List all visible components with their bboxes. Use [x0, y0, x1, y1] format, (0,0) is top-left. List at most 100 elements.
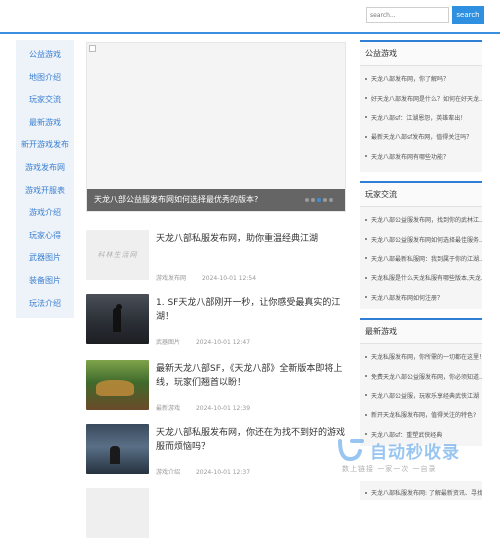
- bullet-icon: [365, 97, 367, 100]
- panel-link-text[interactable]: 最新天龙八部sf发布网，值得关注吗？: [371, 132, 472, 141]
- article-title[interactable]: 1. SF天龙八部刚开一秒，让你感受最真实的江湖！: [156, 296, 346, 324]
- panel-link-text[interactable]: 新开天龙私服发布网，值得关注的特色?: [371, 410, 476, 419]
- thumbnail-watermark-text: 科林生活网: [97, 251, 138, 259]
- bullet-icon: [365, 355, 367, 358]
- article-category[interactable]: 武器图片: [156, 339, 180, 346]
- article-item[interactable]: [86, 488, 348, 540]
- article-category[interactable]: 游戏发布网: [156, 275, 186, 282]
- panel-link[interactable]: 天龙私服发布网，你所需的一切都在这里！: [360, 347, 482, 366]
- panel-link[interactable]: 天龙八部最新私服网：我到属于你的江湖...: [360, 249, 482, 268]
- article-title[interactable]: 天龙八部私服发布网，你还在为找不到好的游戏服而烦恼吗？: [156, 426, 346, 454]
- panel-link-text[interactable]: 天龙八部发布网如何注册？: [371, 293, 443, 302]
- article-meta: 武器图片 2024-10-01 12:47: [156, 337, 264, 346]
- panel-link-text[interactable]: 免费天龙八部公益服发布网，你必须知道...: [371, 372, 482, 381]
- panel-link-text[interactable]: 天龙八部公益服发布网如何选择最佳服务...: [371, 235, 482, 244]
- bullet-icon: [365, 155, 367, 158]
- panel-link-text[interactable]: 好天龙八部发布网是什么？如何在好天龙...: [371, 94, 482, 103]
- panel-public-games: 公益游戏 天龙八部发布网，你了解吗？ 好天龙八部发布网是什么？如何在好天龙...…: [360, 40, 482, 172]
- sidebar-item-gameplay-intro[interactable]: 玩法介绍: [16, 293, 74, 316]
- sidebar-item-game-intro[interactable]: 游戏介绍: [16, 202, 74, 225]
- article-thumbnail[interactable]: 科林生活网: [86, 230, 149, 280]
- article-title[interactable]: 最新天龙八部SF，《天龙八部》全新版本即将上线，玩家们翘首以盼！: [156, 362, 346, 390]
- panel-link-text[interactable]: 天龙八部发布网有哪些功能？: [371, 152, 449, 161]
- article-title[interactable]: 天龙八部私服发布网，助你重温经典江湖: [156, 232, 346, 246]
- figure-icon: [113, 308, 121, 332]
- panel-link[interactable]: 天龙私服是什么天龙私服有哪些版本,天龙...: [360, 268, 482, 287]
- panel-latest-games: 最新游戏 天龙私服发布网，你所需的一切都在这里！ 免费天龙八部公益服发布网，你必…: [360, 318, 482, 446]
- search-button[interactable]: search: [452, 6, 484, 24]
- search-input[interactable]: [366, 7, 449, 23]
- panel-link-text[interactable]: 天龙八部sf：江湖恩怨，英雄辈出！: [371, 113, 466, 122]
- panel-link-text[interactable]: 天龙八部最新私服网：我到属于你的江湖...: [371, 254, 482, 263]
- sidebar-item-weapon-images[interactable]: 武器图片: [16, 247, 74, 270]
- header-divider: [0, 32, 500, 34]
- bullet-icon: [365, 218, 367, 221]
- article-item[interactable]: 1. SF天龙八部刚开一秒，让你感受最真实的江湖！ 武器图片 2024-10-0…: [86, 294, 348, 346]
- panel-link-text[interactable]: 天龙私服发布网，你所需的一切都在这里！: [371, 352, 482, 361]
- article-thumbnail[interactable]: [86, 424, 149, 474]
- sidebar-item-player-chat[interactable]: 玩家交流: [16, 89, 74, 112]
- sidebar-item-game-release-site[interactable]: 游戏发布网: [16, 157, 74, 180]
- article-meta: 游戏介绍 2024-10-01 12:37: [156, 467, 264, 476]
- article-date: 2024-10-01 12:37: [195, 469, 251, 476]
- panel-list: 天龙八部发布网，你了解吗？ 好天龙八部发布网是什么？如何在好天龙... 天龙八部…: [360, 66, 482, 166]
- brand-tagline: 数上链接 一家一次 一自录: [342, 465, 437, 473]
- slider-dot[interactable]: [311, 198, 315, 202]
- panel-link[interactable]: 天龙八部发布网有哪些功能？: [360, 147, 482, 166]
- sidebar-item-public-games[interactable]: 公益游戏: [16, 44, 74, 67]
- panel-link[interactable]: 天龙八部私服发布网: 了解最新资讯、寻找...: [360, 481, 482, 500]
- panel-link[interactable]: 新开天龙私服发布网，值得关注的特色?: [360, 405, 482, 424]
- sidebar-item-equipment-images[interactable]: 装备图片: [16, 270, 74, 293]
- slider-dot-active[interactable]: [317, 198, 321, 202]
- panel-link[interactable]: 天龙八部sf：江湖恩怨，英雄辈出！: [360, 108, 482, 127]
- slider-dot[interactable]: [305, 198, 309, 202]
- bullet-icon: [365, 257, 367, 260]
- article-meta: 游戏发布网 2024-10-01 12:54: [156, 273, 270, 282]
- banner-slider[interactable]: 天龙八部公益服发布网如何选择最优秀的版本?: [86, 42, 346, 212]
- sidebar-item-new-game-release[interactable]: 新开游戏发布: [16, 134, 74, 157]
- sidebar-item-map-intro[interactable]: 地图介绍: [16, 67, 74, 90]
- header: search: [0, 0, 500, 30]
- article-item[interactable]: 天龙八部私服发布网，你还在为找不到好的游戏服而烦恼吗？ 游戏介绍 2024-10…: [86, 424, 348, 476]
- slider-dot[interactable]: [323, 198, 327, 202]
- article-item[interactable]: 最新天龙八部SF，《天龙八部》全新版本即将上线，玩家们翘首以盼！ 最新游戏 20…: [86, 360, 348, 412]
- scene-highlight: [96, 380, 134, 396]
- brand-logo-icon: [338, 439, 364, 462]
- article-thumbnail[interactable]: [86, 294, 149, 344]
- bullet-icon: [365, 413, 367, 416]
- brand-name: 自动秒收录: [370, 443, 460, 463]
- sidebar-item-server-schedule[interactable]: 游戏开服表: [16, 180, 74, 203]
- slider-dots: [305, 198, 333, 202]
- panel-player-chat: 玩家交流 天龙八部公益服发布网，找到你的武林江... 天龙八部公益服发布网如何选…: [360, 181, 482, 309]
- article-category[interactable]: 游戏介绍: [156, 469, 180, 476]
- bullet-icon: [365, 238, 367, 241]
- panel-link[interactable]: 天龙八部公益服，玩家乐享经典武侠江湖: [360, 386, 482, 405]
- sidebar-item-player-tips[interactable]: 玩家心得: [16, 225, 74, 248]
- panel-link-text[interactable]: 天龙八部公益服，玩家乐享经典武侠江湖: [371, 391, 479, 400]
- panel-link-text[interactable]: 天龙八部发布网，你了解吗？: [371, 74, 449, 83]
- panel-list: 天龙私服发布网，你所需的一切都在这里！ 免费天龙八部公益服发布网，你必须知道..…: [360, 344, 482, 444]
- panel-title: 公益游戏: [360, 42, 482, 66]
- panel-link[interactable]: 最新天龙八部sf发布网，值得关注吗？: [360, 127, 482, 146]
- panel-link[interactable]: 天龙八部公益服发布网，找到你的武林江...: [360, 210, 482, 229]
- bullet-icon: [365, 375, 367, 378]
- panel-link-text[interactable]: 天龙八部私服发布网: 了解最新资讯、寻找...: [371, 488, 482, 497]
- panel-link[interactable]: 天龙八部公益服发布网如何选择最佳服务...: [360, 229, 482, 248]
- panel-link[interactable]: 好天龙八部发布网是什么？如何在好天龙...: [360, 88, 482, 107]
- panel-link[interactable]: 免费天龙八部公益服发布网，你必须知道...: [360, 366, 482, 385]
- bullet-icon: [365, 116, 367, 119]
- slider-dot[interactable]: [329, 198, 333, 202]
- article-thumbnail[interactable]: [86, 360, 149, 410]
- panel-link[interactable]: 天龙八部发布网，你了解吗？: [360, 69, 482, 88]
- banner-caption[interactable]: 天龙八部公益服发布网如何选择最优秀的版本?: [94, 189, 258, 211]
- article-thumbnail[interactable]: [86, 488, 149, 538]
- panel-link[interactable]: 天龙八部发布网如何注册？: [360, 288, 482, 307]
- sidebar-item-latest-games[interactable]: 最新游戏: [16, 112, 74, 135]
- article-item[interactable]: 科林生活网 天龙八部私服发布网，助你重温经典江湖 游戏发布网 2024-10-0…: [86, 230, 348, 282]
- panel-partial: 天龙八部私服发布网: 了解最新资讯、寻找...: [360, 481, 482, 500]
- bullet-icon: [365, 433, 367, 436]
- panel-link-text[interactable]: 天龙八部公益服发布网，找到你的武林江...: [371, 215, 482, 224]
- bullet-icon: [365, 394, 367, 397]
- article-category[interactable]: 最新游戏: [156, 405, 180, 412]
- panel-link-text[interactable]: 天龙私服是什么天龙私服有哪些版本,天龙...: [371, 273, 482, 282]
